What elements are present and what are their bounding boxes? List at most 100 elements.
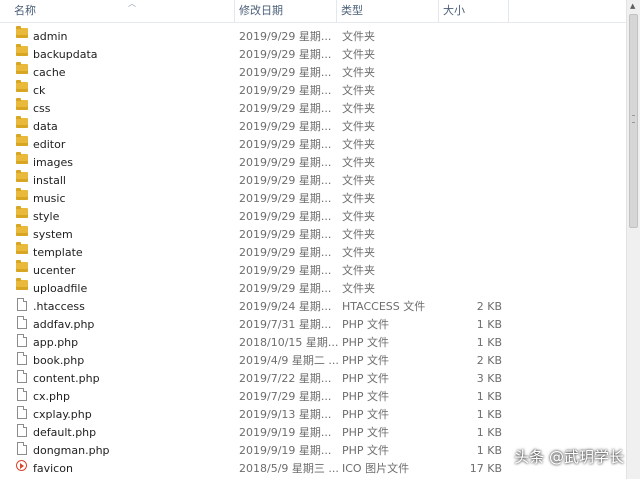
file-name: editor — [33, 138, 66, 151]
file-name: data — [33, 120, 58, 133]
file-name: backupdata — [33, 48, 98, 61]
file-date: 2019/9/29 星期... — [239, 138, 332, 151]
file-size: 1 KB — [476, 318, 502, 331]
file-row[interactable]: cx.php 2019/7/29 星期... PHP 文件 1 KB — [0, 388, 626, 406]
file-row[interactable]: default.php 2019/9/19 星期... PHP 文件 1 KB — [0, 424, 626, 442]
file-date: 2019/9/29 星期... — [239, 156, 332, 169]
folder-icon — [16, 134, 28, 146]
vertical-scrollbar[interactable]: ▲ — [626, 0, 640, 479]
folder-icon — [16, 116, 28, 128]
file-type: 文件夹 — [342, 246, 375, 259]
file-date: 2019/7/31 星期... — [239, 318, 332, 331]
column-header: 名称 ︿ 修改日期 类型 大小 — [0, 0, 626, 23]
file-date: 2019/9/29 星期... — [239, 228, 332, 241]
folder-icon — [16, 80, 28, 92]
file-name: favicon — [33, 462, 73, 475]
file-type: 文件夹 — [342, 102, 375, 115]
folder-icon — [16, 170, 28, 182]
file-name: admin — [33, 30, 68, 43]
sort-ascending-icon: ︿ — [128, 0, 136, 8]
column-header-name[interactable]: 名称 ︿ — [10, 0, 235, 22]
file-row[interactable]: system 2019/9/29 星期... 文件夹 — [0, 224, 626, 244]
file-row[interactable]: style 2019/9/29 星期... 文件夹 — [0, 206, 626, 226]
scroll-up-icon[interactable]: ▲ — [630, 2, 635, 10]
file-icon — [17, 334, 27, 347]
file-type: 文件夹 — [342, 228, 375, 241]
file-type: 文件夹 — [342, 264, 375, 277]
file-size: 1 KB — [476, 408, 502, 421]
scrollbar-thumb[interactable] — [629, 14, 638, 228]
file-date: 2019/9/29 星期... — [239, 210, 332, 223]
file-date: 2019/7/22 星期... — [239, 372, 332, 385]
file-name: uploadfile — [33, 282, 88, 295]
watermark: 头条 @武玥学长 — [514, 448, 624, 466]
file-icon — [17, 406, 27, 419]
file-date: 2019/9/29 星期... — [239, 246, 332, 259]
file-row[interactable]: css 2019/9/29 星期... 文件夹 — [0, 98, 626, 118]
file-row[interactable]: images 2019/9/29 星期... 文件夹 — [0, 152, 626, 172]
column-header-size[interactable]: 大小 — [439, 0, 509, 22]
file-size: 1 KB — [476, 444, 502, 457]
file-row[interactable]: cache 2019/9/29 星期... 文件夹 — [0, 62, 626, 82]
file-date: 2018/5/9 星期三 ... — [239, 462, 339, 475]
folder-icon — [16, 26, 28, 38]
file-name: .htaccess — [33, 300, 85, 313]
file-type: 文件夹 — [342, 282, 375, 295]
file-row[interactable]: install 2019/9/29 星期... 文件夹 — [0, 170, 626, 190]
file-type: 文件夹 — [342, 48, 375, 61]
file-row[interactable]: content.php 2019/7/22 星期... PHP 文件 3 KB — [0, 370, 626, 388]
file-name: dongman.php — [33, 444, 110, 457]
file-row[interactable]: app.php 2018/10/15 星期... PHP 文件 1 KB — [0, 334, 626, 352]
folder-icon — [16, 44, 28, 56]
file-date: 2018/10/15 星期... — [239, 336, 339, 349]
file-date: 2019/9/19 星期... — [239, 426, 332, 439]
folder-icon — [16, 152, 28, 164]
file-size: 3 KB — [476, 372, 502, 385]
file-row[interactable]: ck 2019/9/29 星期... 文件夹 — [0, 80, 626, 100]
file-date: 2019/4/9 星期二 ... — [239, 354, 339, 367]
folder-icon — [16, 224, 28, 236]
file-size: 1 KB — [476, 426, 502, 439]
file-size: 1 KB — [476, 390, 502, 403]
file-row[interactable]: data 2019/9/29 星期... 文件夹 — [0, 116, 626, 136]
file-date: 2019/9/29 星期... — [239, 30, 332, 43]
file-row[interactable]: editor 2019/9/29 星期... 文件夹 — [0, 134, 626, 154]
file-date: 2019/9/29 星期... — [239, 120, 332, 133]
file-date: 2019/9/24 星期... — [239, 300, 332, 313]
file-row[interactable]: template 2019/9/29 星期... 文件夹 — [0, 242, 626, 262]
folder-icon — [16, 188, 28, 200]
file-date: 2019/9/29 星期... — [239, 66, 332, 79]
file-name: images — [33, 156, 73, 169]
file-row[interactable]: backupdata 2019/9/29 星期... 文件夹 — [0, 44, 626, 64]
file-size: 2 KB — [476, 300, 502, 313]
file-date: 2019/9/29 星期... — [239, 84, 332, 97]
column-header-type[interactable]: 类型 — [337, 0, 439, 22]
file-row[interactable]: music 2019/9/29 星期... 文件夹 — [0, 188, 626, 208]
file-row[interactable]: cxplay.php 2019/9/13 星期... PHP 文件 1 KB — [0, 406, 626, 424]
file-type: 文件夹 — [342, 66, 375, 79]
ico-image-icon — [16, 460, 27, 471]
file-icon — [17, 298, 27, 311]
folder-icon — [16, 242, 28, 254]
column-header-date[interactable]: 修改日期 — [235, 0, 337, 22]
file-name: cache — [33, 66, 66, 79]
file-row[interactable]: book.php 2019/4/9 星期二 ... PHP 文件 2 KB — [0, 352, 626, 370]
file-name: content.php — [33, 372, 100, 385]
file-name: book.php — [33, 354, 85, 367]
file-name: template — [33, 246, 83, 259]
file-row[interactable]: ucenter 2019/9/29 星期... 文件夹 — [0, 260, 626, 280]
file-row[interactable]: admin 2019/9/29 星期... 文件夹 — [0, 26, 626, 46]
folder-icon — [16, 206, 28, 218]
file-type: PHP 文件 — [342, 354, 390, 367]
file-date: 2019/9/19 星期... — [239, 444, 332, 457]
file-row[interactable]: .htaccess 2019/9/24 星期... HTACCESS 文件 2 KB — [0, 298, 626, 316]
file-size: 2 KB — [476, 354, 502, 367]
file-size: 17 KB — [469, 462, 502, 475]
file-icon — [17, 370, 27, 383]
file-type: ICO 图片文件 — [342, 462, 410, 475]
file-row[interactable]: addfav.php 2019/7/31 星期... PHP 文件 1 KB — [0, 316, 626, 334]
file-name: ucenter — [33, 264, 76, 277]
file-date: 2019/9/13 星期... — [239, 408, 332, 421]
file-type: PHP 文件 — [342, 318, 390, 331]
file-row[interactable]: uploadfile 2019/9/29 星期... 文件夹 — [0, 278, 626, 298]
